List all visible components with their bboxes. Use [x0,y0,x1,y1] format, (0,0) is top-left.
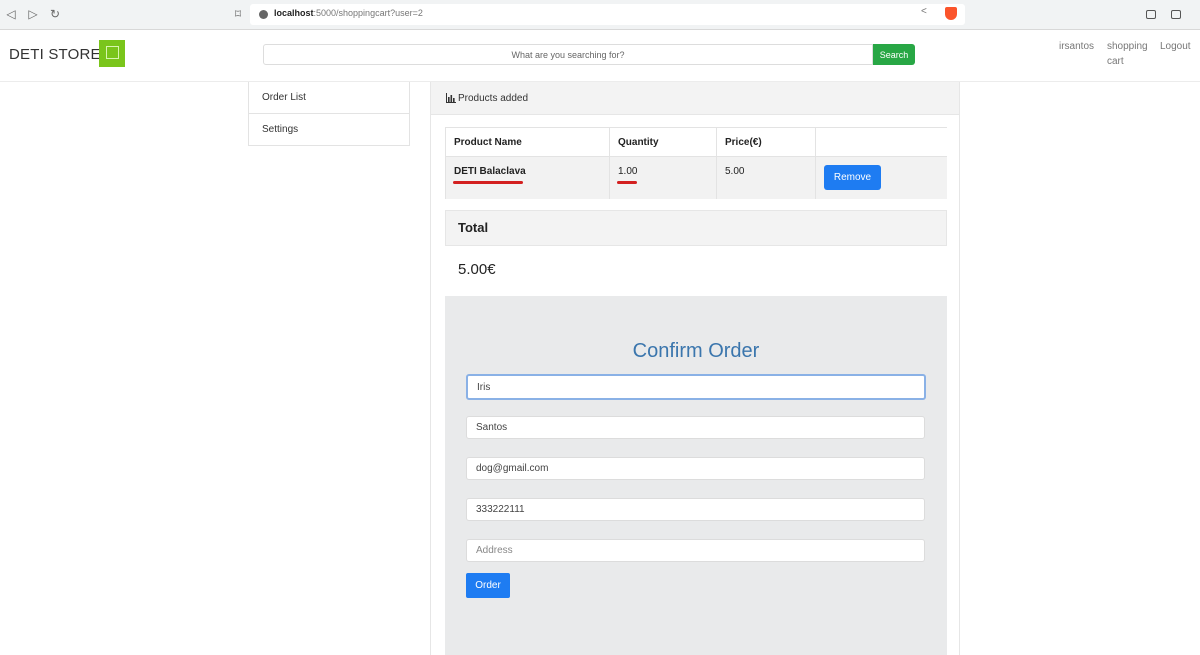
product-price: 5.00 [725,166,745,177]
phone-field[interactable] [466,498,925,521]
user-link[interactable]: irsantos [1059,39,1094,54]
address-text: localhost:5000/shoppingcart?user=2 [274,8,423,18]
shopping-cart-link[interactable]: shopping cart [1107,39,1148,69]
cell-price: 5.00 [716,156,816,199]
window-icon[interactable] [1171,10,1181,19]
email-field[interactable] [466,457,925,480]
url-host: localhost [274,8,314,18]
store-logo-icon[interactable] [99,40,125,67]
app-header: DETI STORE Search irsantos shopping cart… [0,30,1200,82]
panel-title: Products added [458,93,529,104]
cell-product-name: DETI Balaclava [445,156,610,199]
order-button[interactable]: Order [466,573,510,598]
cart-table: Product Name Quantity Price(€) DETI Bala… [445,127,947,199]
reload-icon[interactable]: ↻ [48,7,62,21]
table-header-row: Product Name Quantity Price(€) [445,127,947,157]
sidebar-toggle-icon[interactable] [1146,10,1156,19]
sidebar-item-settings[interactable]: Settings [248,114,410,146]
confirm-order-title: Confirm Order [632,340,760,362]
browser-toolbar: ◁ ▷ ↻ ⌑ localhost:5000/shoppingcart?user… [0,0,1200,30]
column-header-price: Price(€) [716,127,816,157]
forward-icon[interactable]: ▷ [26,7,40,21]
column-header-product-name: Product Name [445,127,610,157]
address-bar[interactable]: localhost:5000/shoppingcart?user=2 [250,4,965,25]
panel-header: Products added [431,82,959,115]
address-field[interactable] [466,539,925,562]
column-header-quantity: Quantity [609,127,717,157]
cart-link-line1: shopping [1107,41,1148,52]
remove-button[interactable]: Remove [824,165,881,190]
total-value: 5.00€ [458,261,496,278]
total-label: Total [458,220,489,235]
url-path: :5000/shoppingcart?user=2 [313,8,423,18]
sidebar-item-order-list[interactable]: Order List [248,82,410,114]
confirm-order-form: Confirm Order Order [445,296,947,655]
site-info-icon[interactable] [259,10,268,19]
bookmark-icon[interactable]: ⌑ [231,7,245,21]
share-icon[interactable]: < [921,6,927,17]
cart-link-line2: cart [1107,56,1124,67]
table-row: DETI Balaclava 1.00 5.00 Remove [445,156,947,199]
back-icon[interactable]: ◁ [4,7,18,21]
last-name-field[interactable] [466,416,925,439]
cell-action: Remove [815,156,947,199]
search-input[interactable] [263,44,873,65]
bar-chart-icon [446,93,456,103]
product-quantity: 1.00 [616,166,638,184]
brave-shield-icon[interactable] [945,7,957,20]
brand-name[interactable]: DETI STORE [9,46,101,63]
sidebar: Order List Settings [248,82,410,146]
column-header-action [815,127,947,157]
search-button[interactable]: Search [873,44,915,65]
cart-panel: Products added Product Name Quantity Pri… [430,82,960,655]
cell-quantity: 1.00 [609,156,717,199]
first-name-field[interactable] [466,374,926,400]
logout-link[interactable]: Logout [1160,39,1191,54]
product-name: DETI Balaclava [453,166,526,184]
total-header: Total [445,210,947,246]
